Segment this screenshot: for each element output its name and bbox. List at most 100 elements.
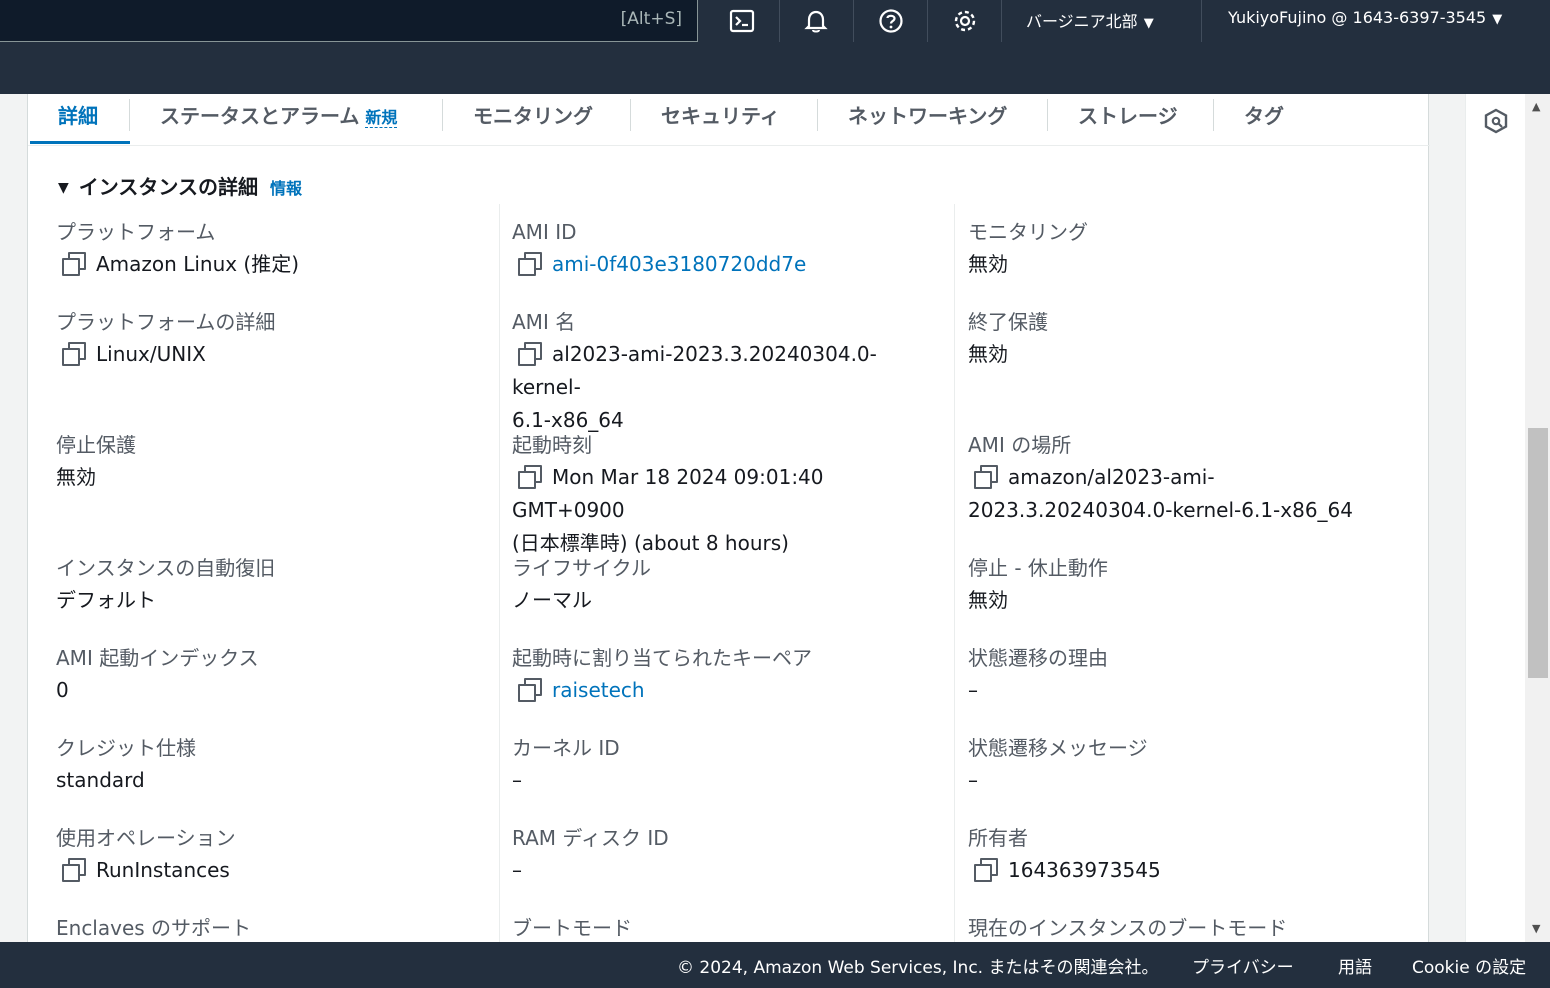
top-navigation: [Alt+S] バージニア北部 ▼ YukiyoFujino @ 1643-639… (0, 0, 1550, 42)
tab-tags[interactable]: タグ (1244, 100, 1284, 130)
nav-divider (927, 0, 928, 42)
field-ami-launch-index: AMI 起動インデックス 0 (56, 642, 486, 707)
field-label: 起動時刻 (512, 433, 592, 457)
field-value: standard (56, 768, 145, 792)
field-value: Linux/UNIX (56, 338, 486, 371)
column-divider (954, 204, 955, 944)
field-label: AMI の場所 (968, 433, 1072, 457)
field-key-pair: 起動時に割り当てられたキーペア raisetech (512, 642, 942, 707)
copy-icon[interactable] (974, 858, 998, 882)
field-value: – (968, 678, 978, 702)
copy-icon[interactable] (62, 342, 86, 366)
tab-storage[interactable]: ストレージ (1078, 100, 1178, 130)
field-usage-operation: 使用オペレーション RunInstances (56, 822, 486, 887)
field-label: 所有者 (968, 826, 1028, 850)
field-platform-details: プラットフォームの詳細 Linux/UNIX (56, 306, 486, 371)
side-rail (1465, 94, 1525, 942)
footer-privacy-link[interactable]: プライバシー (1192, 953, 1294, 978)
field-value: Amazon Linux (推定) (56, 248, 486, 281)
ami-location-value-cont: 2023.3.20240304.0-kernel-6.1-x86_64 (968, 498, 1353, 522)
search-input[interactable]: [Alt+S] (0, 0, 698, 42)
keypair-link[interactable]: raisetech (552, 678, 645, 702)
field-value: – (512, 768, 522, 792)
footer-copyright: © 2024, Amazon Web Services, Inc. またはその関… (677, 958, 1159, 978)
hexagon-icon[interactable] (1483, 108, 1509, 134)
footer-cookie-settings-link[interactable]: Cookie の設定 (1412, 953, 1526, 978)
caret-down-icon: ▼ (1492, 12, 1503, 27)
tab-divider (817, 99, 818, 131)
field-label: ライフサイクル (512, 556, 651, 580)
caret-down-icon: ▼ (1143, 16, 1154, 31)
copy-icon[interactable] (62, 858, 86, 882)
account-label: YukiyoFujino @ 1643-6397-3545 (1228, 8, 1487, 27)
field-label: ブートモード (512, 916, 632, 940)
tab-bar: 詳細 ステータスとアラーム 新規 モニタリング セキュリティ ネットワーキング ス… (28, 94, 1430, 146)
field-current-boot-mode: 現在のインスタンスのブートモード (968, 912, 1398, 944)
field-ami-location: AMI の場所 amazon/al2023-ami- 2023.3.202403… (968, 429, 1398, 527)
field-launch-time: 起動時刻 Mon Mar 18 2024 09:01:40 GMT+0900 (… (512, 429, 942, 560)
field-label: 使用オペレーション (56, 826, 236, 850)
scroll-thumb[interactable] (1528, 428, 1548, 678)
scrollbar[interactable]: ▲ ▼ (1525, 94, 1550, 942)
usage-op-value: RunInstances (96, 858, 230, 882)
field-value: Mon Mar 18 2024 09:01:40 GMT+0900 (512, 461, 942, 527)
field-value: – (512, 858, 522, 882)
tab-status-alarms[interactable]: ステータスとアラーム 新規 (160, 100, 398, 130)
region-selector[interactable]: バージニア北部 ▼ (1026, 8, 1154, 32)
copy-icon[interactable] (518, 252, 542, 276)
field-label: プラットフォームの詳細 (56, 310, 276, 334)
copy-icon[interactable] (974, 465, 998, 489)
nav-divider (1001, 0, 1002, 42)
tab-networking[interactable]: ネットワーキング (848, 100, 1007, 130)
info-link[interactable]: 情報 (270, 179, 302, 198)
tab-divider (1047, 99, 1048, 131)
tab-divider (1213, 99, 1214, 131)
collapse-triangle-icon[interactable]: ▼ (58, 180, 69, 196)
field-label: RAM ディスク ID (512, 826, 669, 850)
gear-icon[interactable] (950, 6, 980, 36)
account-menu[interactable]: YukiyoFujino @ 1643-6397-3545 ▼ (1228, 8, 1502, 27)
field-value: 164363973545 (968, 854, 1398, 887)
secondary-navigation (0, 42, 1550, 94)
nav-divider (779, 0, 780, 42)
region-label: バージニア北部 (1026, 12, 1138, 31)
field-value: 無効 (968, 342, 1008, 366)
instance-details-panel: 詳細 ステータスとアラーム 新規 モニタリング セキュリティ ネットワーキング ス… (27, 94, 1430, 944)
field-value: ami-0f403e3180720dd7e (512, 248, 942, 281)
field-platform: プラットフォーム Amazon Linux (推定) (56, 216, 486, 281)
tab-monitoring[interactable]: モニタリング (473, 100, 593, 130)
field-label: 状態遷移メッセージ (968, 736, 1148, 760)
active-tab-indicator (30, 141, 130, 144)
tab-divider (129, 99, 130, 131)
copy-icon[interactable] (518, 678, 542, 702)
ami-location-value: amazon/al2023-ami- (1008, 465, 1215, 489)
field-value: al2023-ami-2023.3.20240304.0-kernel- (512, 338, 942, 404)
field-ramdisk-id: RAM ディスク ID – (512, 822, 942, 887)
tab-security[interactable]: セキュリティ (661, 100, 780, 130)
field-state-reason: 状態遷移の理由 – (968, 642, 1398, 707)
section-title: インスタンスの詳細 (78, 175, 258, 199)
section-header[interactable]: ▼ インスタンスの詳細 情報 (58, 171, 302, 200)
field-label: AMI 名 (512, 310, 576, 334)
field-label: プラットフォーム (56, 220, 216, 244)
ami-id-link[interactable]: ami-0f403e3180720dd7e (552, 252, 806, 276)
copy-icon[interactable] (518, 465, 542, 489)
main-content: 詳細 ステータスとアラーム 新規 モニタリング セキュリティ ネットワーキング ス… (0, 94, 1465, 944)
field-label: AMI 起動インデックス (56, 646, 259, 670)
field-label: 現在のインスタンスのブートモード (968, 916, 1288, 940)
scroll-down-icon[interactable]: ▼ (1532, 922, 1540, 935)
tab-details[interactable]: 詳細 (58, 100, 98, 130)
field-lifecycle: ライフサイクル ノーマル (512, 552, 942, 617)
column-divider (499, 204, 500, 944)
bell-icon[interactable] (801, 6, 831, 36)
field-ami-name: AMI 名 al2023-ami-2023.3.20240304.0-kerne… (512, 306, 942, 437)
scroll-up-icon[interactable]: ▲ (1532, 100, 1540, 113)
help-icon[interactable] (876, 6, 906, 36)
cloudshell-icon[interactable] (727, 6, 757, 36)
footer-terms-link[interactable]: 用語 (1338, 953, 1372, 978)
field-state-message: 状態遷移メッセージ – (968, 732, 1398, 797)
field-value: RunInstances (56, 854, 486, 887)
copy-icon[interactable] (518, 342, 542, 366)
field-label: インスタンスの自動復旧 (56, 556, 276, 580)
copy-icon[interactable] (62, 252, 86, 276)
